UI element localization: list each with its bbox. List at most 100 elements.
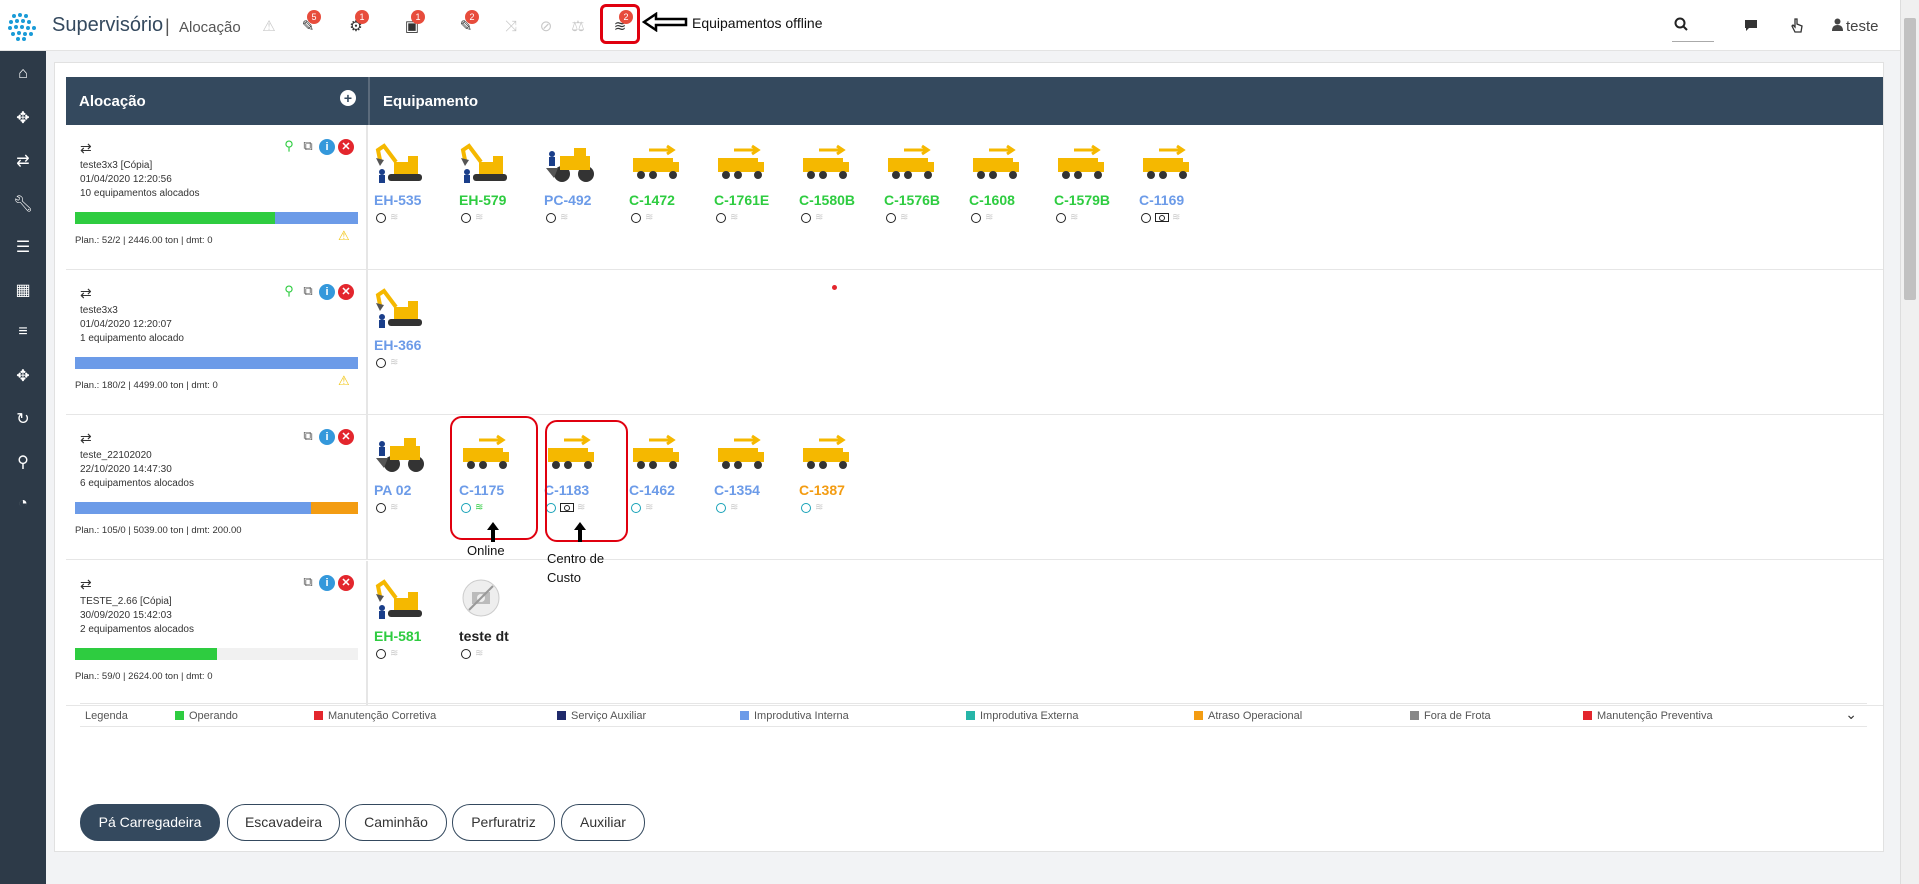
equipment-item[interactable]: C-1580B ≋ (799, 142, 869, 227)
allocation-card[interactable]: ⇄ TESTE_2.66 [Cópia] 30/09/2020 15:42:03 2 … (66, 561, 368, 706)
equipment-item[interactable]: C-1576B ≋ (884, 142, 954, 227)
equipment-name[interactable]: C-1579B (1054, 192, 1110, 208)
chevron-down-icon[interactable]: ⌄ (1845, 706, 1857, 723)
equipment-item[interactable]: C-1387 ≋ (799, 432, 869, 517)
user-name[interactable]: teste (1846, 18, 1879, 35)
touch-icon[interactable] (1790, 18, 1804, 38)
equipment-name[interactable]: C-1576B (884, 192, 940, 208)
delete-icon[interactable]: ✕ (338, 284, 354, 300)
balance-icon[interactable]: ⚖ (567, 16, 589, 38)
equipment-name[interactable]: EH-581 (374, 628, 421, 644)
equipment-name[interactable]: C-1580B (799, 192, 855, 208)
block-icon[interactable]: ⊘ (535, 16, 557, 38)
user-icon[interactable] (1832, 18, 1843, 35)
equipment-name[interactable]: C-1462 (629, 482, 675, 498)
equipment-name[interactable]: C-1608 (969, 192, 1015, 208)
truck-icon (799, 432, 853, 474)
equipment-name[interactable]: EH-366 (374, 337, 421, 353)
chat-icon[interactable] (1743, 18, 1759, 36)
wrench-icon[interactable]: ✎ 2 (455, 10, 479, 38)
route-icon[interactable]: ⚲ (281, 138, 297, 154)
allocation-card[interactable]: ⇄ teste3x3 [Cópia] 01/04/2020 12:20:56 10 e… (66, 125, 368, 270)
refresh-icon[interactable]: ↻ (0, 409, 46, 429)
equipment-name[interactable]: PA 02 (374, 482, 411, 498)
tab-4[interactable]: Auxiliar (561, 804, 645, 841)
warning-icon: ⚠ (338, 373, 350, 388)
menu-icon[interactable]: ≡ (0, 323, 46, 341)
equipment-item[interactable]: C-1579B ≋ (1054, 142, 1124, 227)
dashboard-icon[interactable]: ◔ (0, 495, 46, 513)
tab-3[interactable]: Perfuratriz (452, 804, 555, 841)
legend-swatch (1410, 711, 1419, 720)
equipment-name[interactable]: C-1472 (629, 192, 675, 208)
search-input[interactable] (1672, 14, 1714, 42)
equipment-name[interactable]: EH-579 (459, 192, 506, 208)
equipment-item[interactable]: PA 02 ≋ (374, 432, 444, 517)
equipment-name[interactable]: EH-535 (374, 192, 421, 208)
allocation-card[interactable]: ⇄ teste3x3 01/04/2020 12:20:07 1 equipament… (66, 270, 368, 415)
swap-icon[interactable]: ⇄ (80, 285, 92, 302)
equipment-item[interactable]: EH-579 ≋ (459, 142, 529, 227)
info-icon[interactable]: i (319, 139, 335, 155)
scrollbar-thumb[interactable] (1904, 18, 1916, 300)
equipment-name[interactable]: C-1761E (714, 192, 769, 208)
equipment-item[interactable]: C-1472 ≋ (629, 142, 699, 227)
tools-alert-icon[interactable]: ✎ 5 (297, 10, 321, 38)
scrollbar[interactable] (1900, 0, 1919, 884)
inbox-icon[interactable]: ▣ 1 (401, 10, 425, 38)
info-icon[interactable]: i (319, 284, 335, 300)
tab-1[interactable]: Escavadeira (227, 804, 340, 841)
swap-icon[interactable]: ⇄ (80, 430, 92, 447)
legend-title: Legenda (85, 710, 128, 722)
info-icon[interactable]: i (319, 429, 335, 445)
allocation-count: 10 equipamentos alocados (80, 188, 200, 199)
delete-icon[interactable]: ✕ (338, 575, 354, 591)
copy-icon[interactable]: ⧉ (300, 574, 316, 590)
move2-icon[interactable]: ✥ (0, 366, 46, 386)
top-bar: Supervisório | Alocação ⚠ ✎ 5 ⚙ 1 ▣ 1 ✎ 2 ⤨ ⊘ ⚖ ≋ 2 E… (0, 0, 1900, 51)
route-icon[interactable]: ⚲ (281, 283, 297, 299)
move-icon[interactable]: ✥ (0, 108, 46, 128)
equipment-item[interactable]: EH-366 ≋ (374, 287, 444, 372)
equipment-name[interactable]: teste dt (459, 628, 509, 644)
tab-2[interactable]: Caminhão (345, 804, 447, 841)
equipment-item[interactable]: C-1462 ≋ (629, 432, 699, 517)
tab-0[interactable]: Pá Carregadeira (80, 804, 220, 841)
arrow-left-icon (642, 12, 688, 32)
info-icon[interactable]: i (319, 575, 335, 591)
equipment-name[interactable]: C-1169 (1139, 192, 1184, 208)
calendar-icon[interactable]: ▦ (0, 280, 46, 300)
allocation-card[interactable]: ⇄ teste_22102020 22/10/2020 14:47:30 6 equi… (66, 415, 368, 560)
equipment-item[interactable]: EH-535 ≋ (374, 142, 444, 227)
route-icon[interactable]: ⚲ (0, 452, 46, 472)
copy-icon[interactable]: ⧉ (300, 428, 316, 444)
alert-icon[interactable]: ⚠ (258, 16, 280, 38)
parts-icon[interactable]: ⚙ 1 (345, 10, 369, 38)
delete-icon[interactable]: ✕ (338, 139, 354, 155)
delete-icon[interactable]: ✕ (338, 429, 354, 445)
swap-icon[interactable]: ⇄ (0, 151, 46, 171)
swap-icon[interactable]: ⇄ (80, 140, 92, 157)
swap-icon[interactable]: ⇄ (80, 576, 92, 593)
signal-icon: ≋ (815, 502, 824, 513)
equipment-item[interactable]: PC-492 ≋ (544, 142, 614, 227)
add-allocation-button[interactable]: + (340, 90, 356, 106)
equipment-item[interactable]: C-1169 ≋ (1139, 142, 1209, 227)
equipment-name[interactable]: C-1387 (799, 482, 845, 498)
equipment-name[interactable]: C-1354 (714, 482, 760, 498)
equipment-name[interactable]: PC-492 (544, 192, 591, 208)
list-icon[interactable]: ☰ (0, 237, 46, 257)
copy-icon[interactable]: ⧉ (300, 138, 316, 154)
equipment-item[interactable]: EH-581 ≋ (374, 578, 444, 663)
wrench-icon[interactable]: 🔧︎ (0, 194, 46, 214)
equipment-item[interactable]: C-1608 ≋ (969, 142, 1039, 227)
equipment-item[interactable]: C-1354 ≋ (714, 432, 784, 517)
allocation-name: teste_22102020 (80, 450, 152, 461)
legend-label: Atraso Operacional (1208, 710, 1303, 722)
equipment-item[interactable]: teste dt ≋ (459, 578, 529, 663)
copy-icon[interactable]: ⧉ (300, 283, 316, 299)
home-icon[interactable]: ⌂ (0, 65, 46, 83)
shuffle-icon[interactable]: ⤨ (500, 16, 522, 38)
legend-item: Manutenção Corretiva (314, 710, 436, 722)
equipment-item[interactable]: C-1761E ≋ (714, 142, 784, 227)
